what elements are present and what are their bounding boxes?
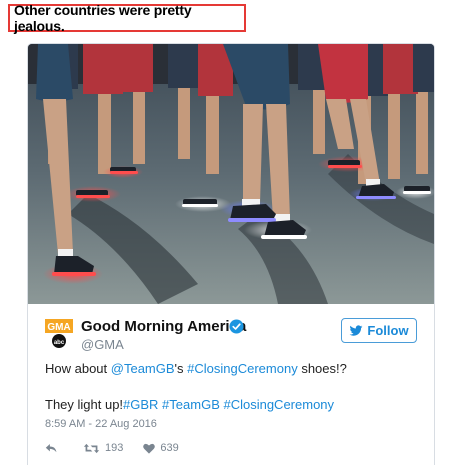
verified-badge-icon — [229, 319, 244, 334]
tweet-timestamp[interactable]: 8:59 AM - 22 Aug 2016 — [45, 418, 157, 430]
tweet-author-row: GMA abc Good Morning America @GMA Follow — [28, 312, 434, 352]
hashtags-link[interactable]: #GBR #TeamGB #ClosingCeremony — [123, 397, 334, 412]
retweet-count: 193 — [105, 442, 124, 454]
caption-text: Other countries were pretty jealous. — [14, 2, 192, 34]
retweet-icon — [83, 443, 100, 453]
mention-link[interactable]: @TeamGB — [111, 361, 175, 376]
tweet-actions: 193 639 — [45, 440, 179, 456]
hashtag-link[interactable]: #ClosingCeremony — [187, 361, 298, 376]
gma-logo[interactable]: GMA abc — [45, 319, 73, 349]
caption-box: Other countries were pretty jealous. — [8, 2, 246, 34]
retweet-action[interactable]: 193 — [83, 442, 123, 454]
heart-icon — [143, 443, 156, 454]
tweet-text-line-2: They light up!#GBR #TeamGB #ClosingCerem… — [45, 397, 334, 412]
like-count: 639 — [160, 442, 179, 454]
reply-icon — [45, 443, 57, 452]
tweet-text-suffix: shoes!? — [297, 361, 347, 376]
abc-logo-text: abc — [54, 340, 65, 346]
light-up-shoes-photo — [28, 44, 434, 304]
tweet-text-prefix: How about — [45, 361, 111, 376]
follow-bird-icon — [349, 324, 363, 336]
tweet-text-line-1: How about @TeamGB's #ClosingCeremony sho… — [45, 361, 347, 376]
follow-label: Follow — [367, 323, 409, 338]
tweet-text-line2-prefix: They light up! — [45, 397, 124, 412]
follow-button[interactable]: Follow — [341, 318, 417, 343]
author-handle[interactable]: @GMA — [81, 337, 124, 352]
tweet-photo[interactable] — [28, 44, 434, 304]
reply-action[interactable] — [45, 443, 63, 454]
gma-logo-text: GMA — [47, 322, 70, 333]
embedded-tweet-card[interactable]: GMA abc Good Morning America @GMA Follow… — [27, 43, 435, 465]
like-action[interactable]: 639 — [143, 442, 179, 454]
tweet-text-middle: 's — [174, 361, 188, 376]
author-name[interactable]: Good Morning America — [81, 318, 246, 335]
